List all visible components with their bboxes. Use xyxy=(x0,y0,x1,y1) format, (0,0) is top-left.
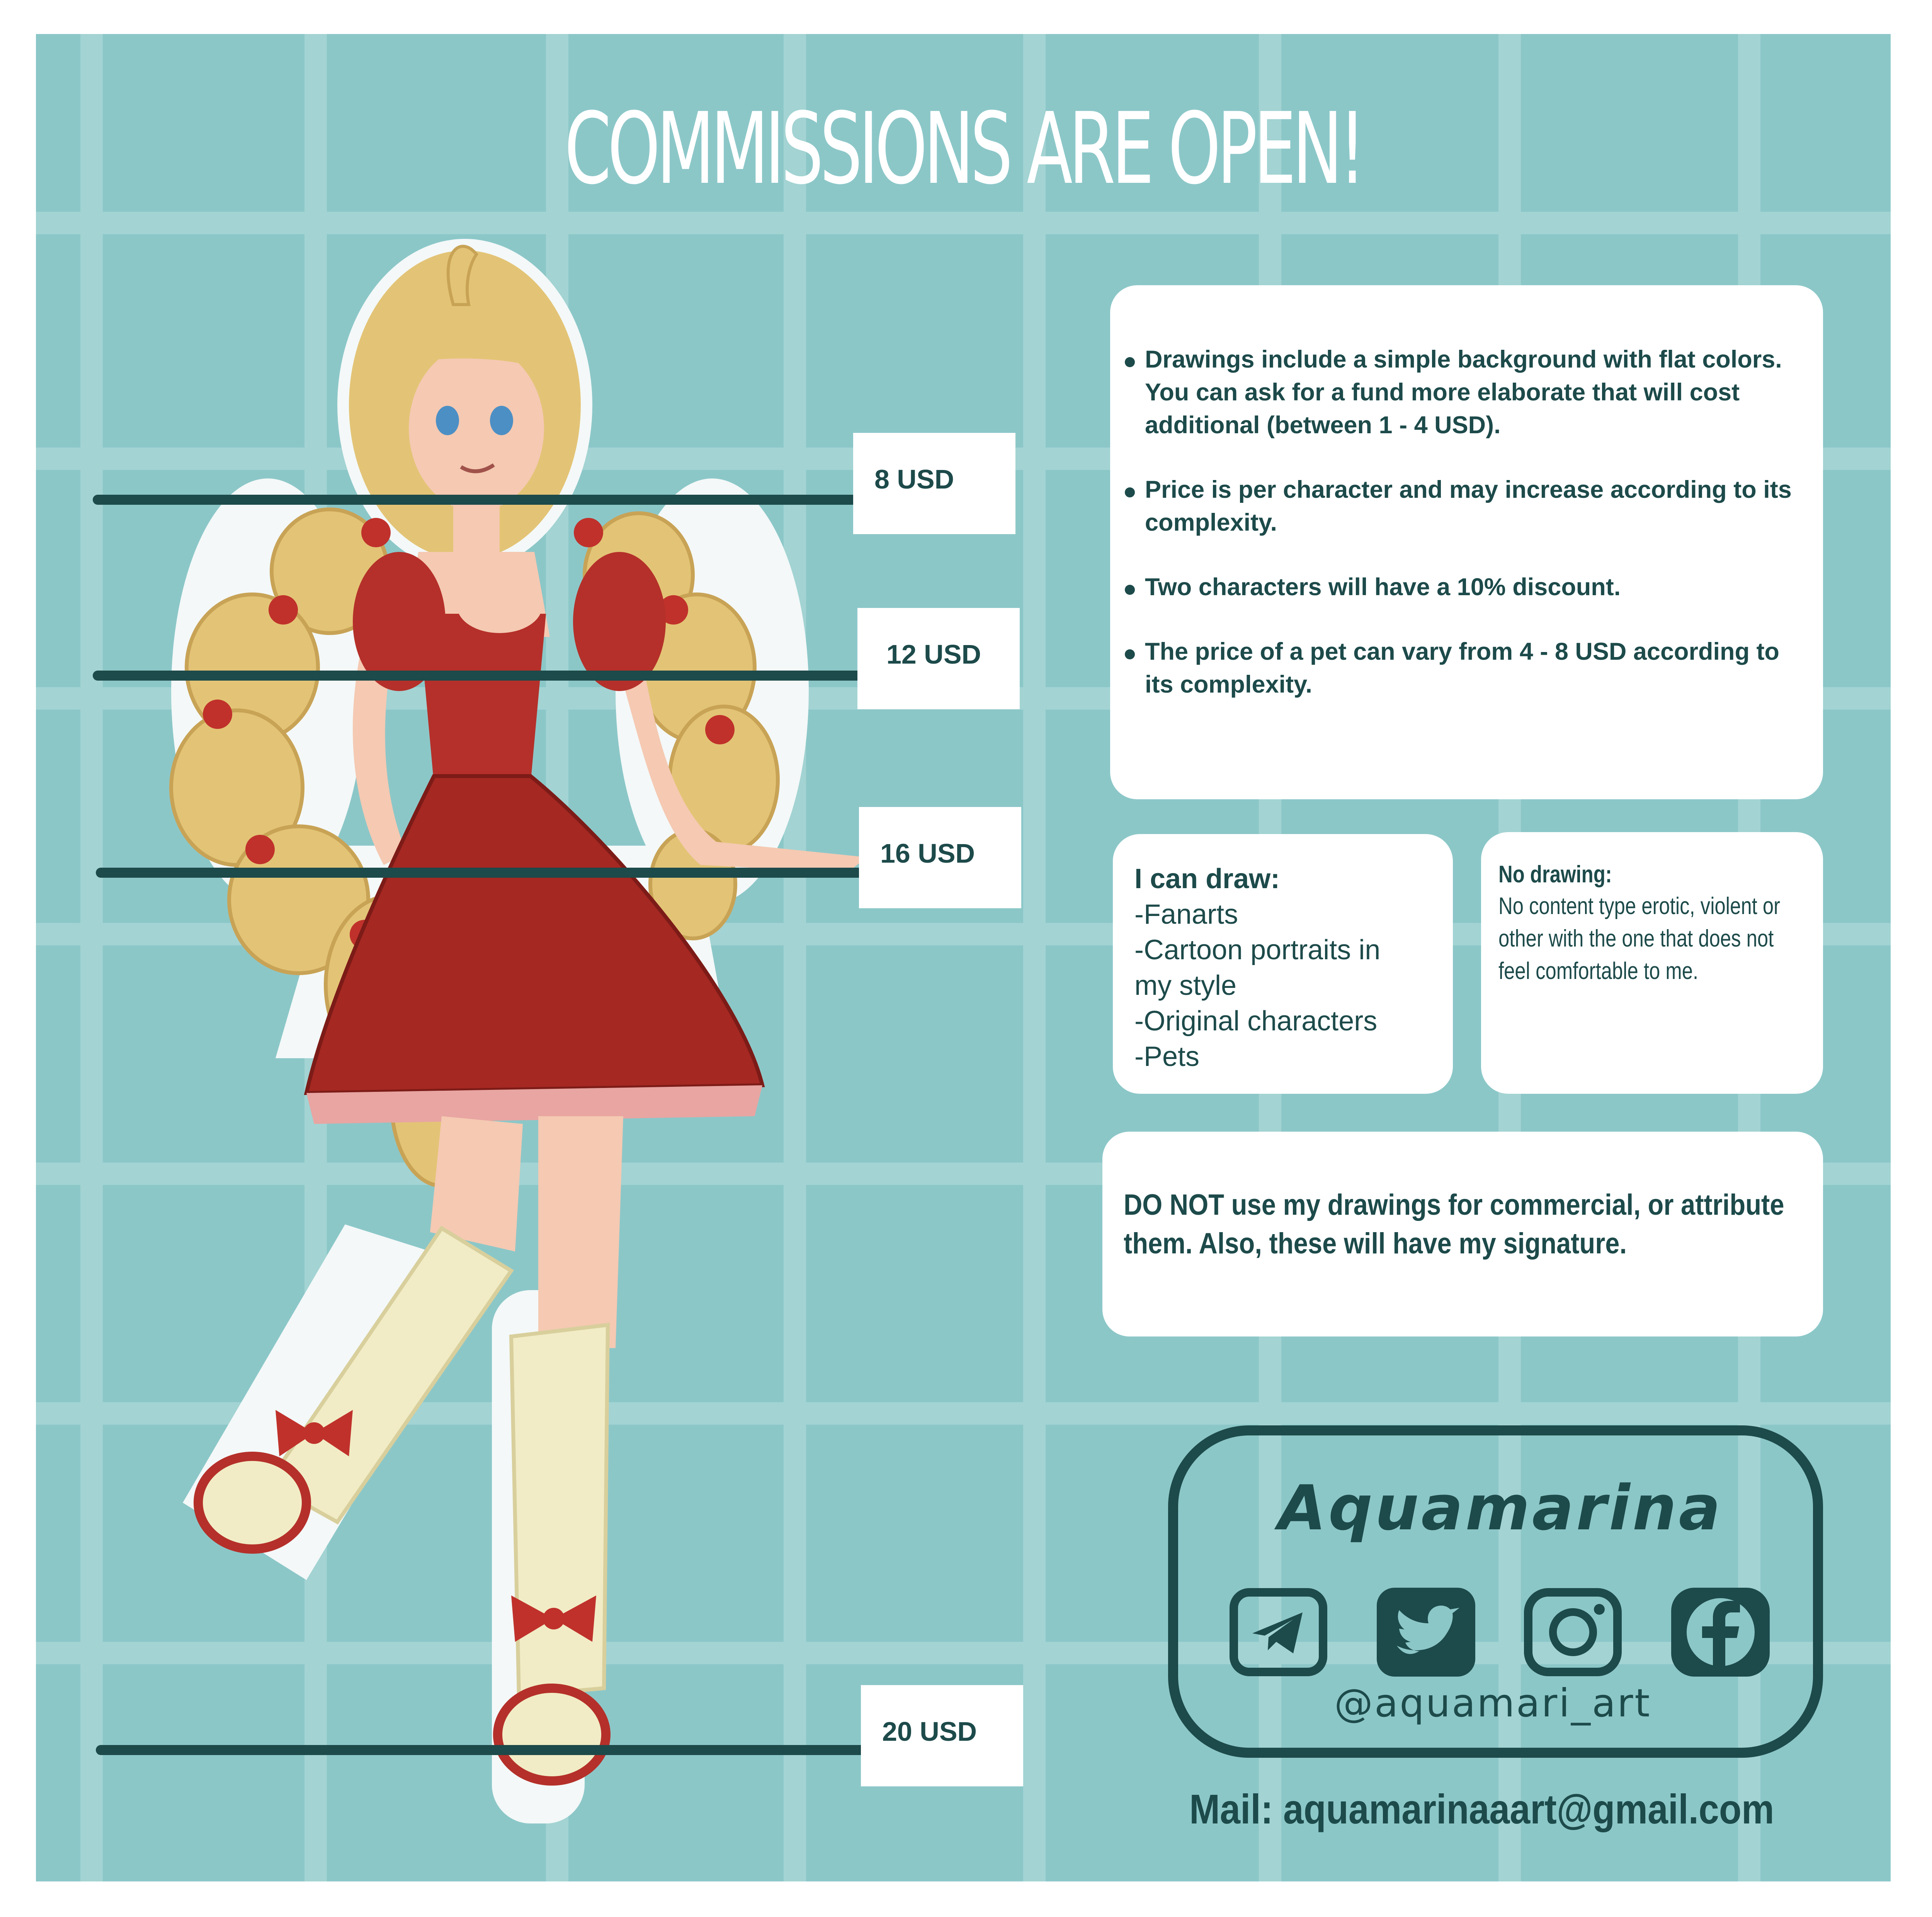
usage-warning-text: DO NOT use my drawings for commercial, o… xyxy=(1124,1188,1784,1260)
info-item: Drawings include a simple background wit… xyxy=(1122,343,1808,442)
price-label: 20 USD xyxy=(882,1716,977,1747)
price-tag-16-usd: 16 USD xyxy=(859,807,1021,908)
info-item: The price of a pet can vary from 4 - 8 U… xyxy=(1122,635,1808,701)
price-label: 8 USD xyxy=(874,464,954,494)
can-draw-item: -Original characters xyxy=(1134,1006,1378,1037)
twitter-icon[interactable] xyxy=(1377,1588,1475,1677)
contact-mail[interactable]: Mail: aquamarinaaart@gmail.com xyxy=(1189,1785,1774,1833)
price-label: 12 USD xyxy=(886,639,981,669)
info-list: Drawings include a simple background wit… xyxy=(1122,343,1808,701)
price-tag-8-usd: 8 USD xyxy=(853,433,1015,534)
telegram-icon[interactable] xyxy=(1229,1588,1328,1677)
can-draw-title: I can draw: xyxy=(1134,863,1280,894)
instagram-icon[interactable] xyxy=(1524,1588,1622,1677)
facebook-icon[interactable] xyxy=(1671,1588,1770,1677)
can-draw-item: -Fanarts xyxy=(1134,899,1238,930)
usage-warning-card: DO NOT use my drawings for commercial, o… xyxy=(1102,1132,1823,1336)
info-item: Two characters will have a 10% discount. xyxy=(1122,571,1808,604)
info-card: Drawings include a simple background wit… xyxy=(1110,285,1823,799)
bullet-icon xyxy=(1125,357,1135,367)
bullet-icon xyxy=(1125,487,1135,497)
bullet-icon xyxy=(1125,649,1135,659)
no-drawing-text: No content type erotic, violent or other… xyxy=(1498,893,1781,984)
price-label: 16 USD xyxy=(880,838,975,868)
no-drawing-card: No drawing: No content type erotic, viol… xyxy=(1481,832,1823,1094)
can-draw-item: -Cartoon portraits in my style xyxy=(1134,935,1381,1001)
can-draw-card: I can draw: -Fanarts -Cartoon portraits … xyxy=(1113,834,1453,1094)
bullet-icon xyxy=(1125,585,1135,595)
commission-sheet: COMMISSIONS ARE OPEN! 8 USD 12 USD 16 US… xyxy=(36,34,1891,1881)
can-draw-item: -Pets xyxy=(1134,1041,1200,1072)
price-tag-20-usd: 20 USD xyxy=(861,1685,1023,1786)
no-drawing-title: No drawing: xyxy=(1498,861,1612,888)
brand-name: Aquamarina xyxy=(1278,1472,1723,1544)
price-tag-12-usd: 12 USD xyxy=(857,608,1020,709)
info-item: Price is per character and may increase … xyxy=(1122,473,1808,539)
social-handle: @aquamari_art xyxy=(1334,1680,1651,1726)
